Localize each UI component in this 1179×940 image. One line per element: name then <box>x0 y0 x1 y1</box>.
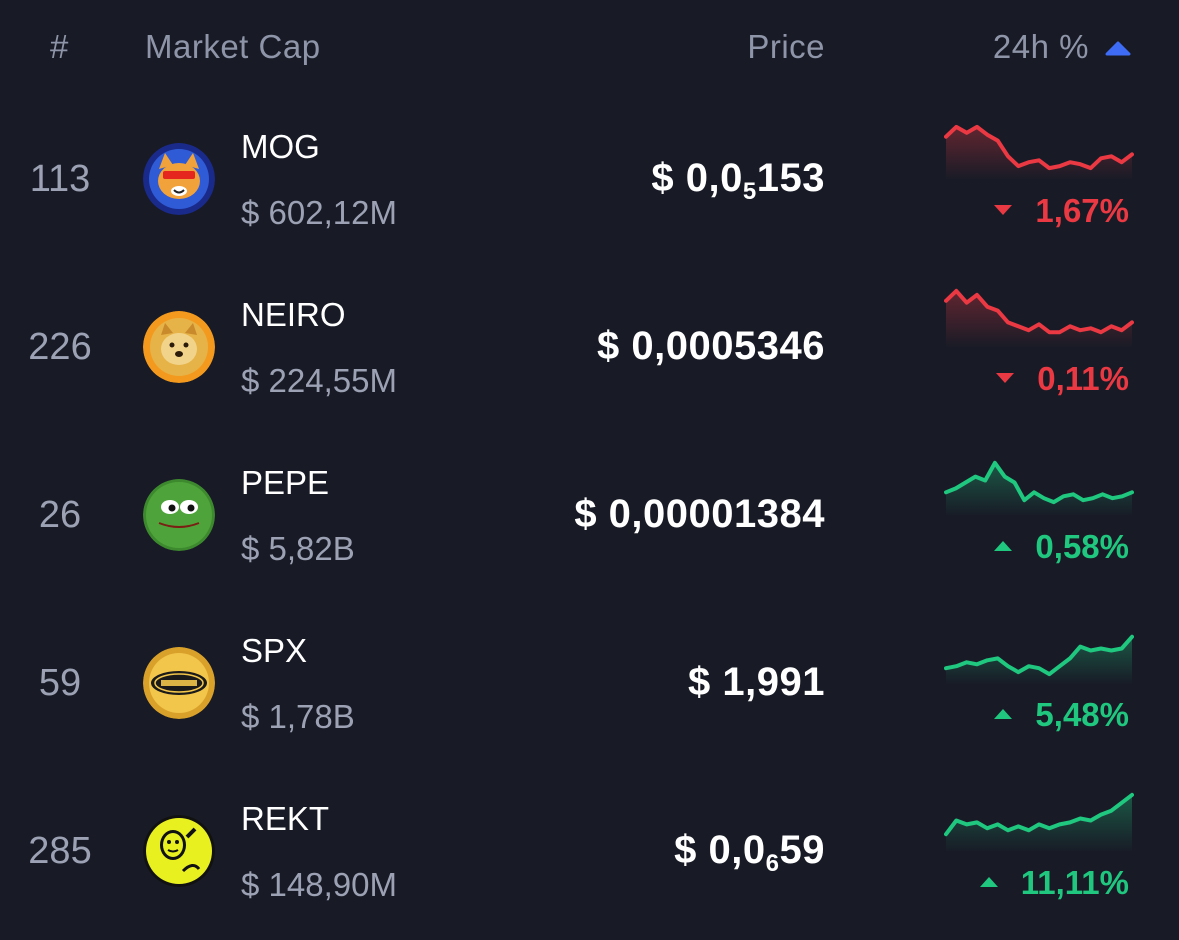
table-row[interactable]: 285 REKT $ 148,90M $ 0,0659 11,11% <box>0 772 1179 940</box>
sparkline-area <box>946 462 1132 516</box>
price-sparkline <box>944 460 1134 516</box>
coin-price: $ 1,991 <box>688 660 825 704</box>
change-column-header[interactable]: 24h % <box>993 28 1089 66</box>
coin-change: 1,67% <box>993 192 1129 230</box>
sparkline-area <box>946 126 1132 180</box>
coin-rank: 113 <box>29 158 91 200</box>
pepe-frog-icon <box>143 479 215 551</box>
spx6900-coin-icon <box>143 647 215 719</box>
coin-name: PEPE <box>241 464 330 501</box>
table-row[interactable]: 113 MOG $ 602,12M $ 0,05153 1,67% <box>0 100 1179 268</box>
coin-change: 5,48% <box>993 696 1129 734</box>
price-sparkline <box>944 124 1134 180</box>
sort-ascending-icon[interactable] <box>1105 40 1131 56</box>
coin-name: NEIRO <box>241 296 346 333</box>
coin-market-cap: $ 5,82B <box>241 530 355 567</box>
coin-price: $ 0,0659 <box>674 828 825 877</box>
coin-market-cap: $ 224,55M <box>241 362 397 399</box>
price-sparkline <box>944 634 1134 684</box>
table-row[interactable]: 226 NEIRO $ 224,55M $ 0,0005346 0,11% <box>0 268 1179 436</box>
rekt-character-icon <box>143 815 215 887</box>
price-sparkline <box>944 288 1134 348</box>
coin-market-cap: $ 148,90M <box>241 866 397 903</box>
coin-price: $ 0,0005346 <box>597 324 825 368</box>
table-row[interactable]: 26 PEPE $ 5,82B $ 0,00001384 0,58% <box>0 436 1179 604</box>
coin-rank: 26 <box>38 494 82 536</box>
coin-change: 0,58% <box>993 528 1129 566</box>
coin-change: 0,11% <box>995 360 1129 398</box>
rank-column-header[interactable]: # <box>50 28 69 66</box>
sparkline-area <box>946 636 1132 684</box>
coin-market-cap: $ 602,12M <box>241 194 397 231</box>
arrow-down-icon <box>996 373 1015 384</box>
arrow-up-icon <box>979 877 998 888</box>
arrow-up-icon <box>994 709 1013 720</box>
arrow-down-icon <box>994 205 1013 216</box>
coin-rank: 59 <box>38 662 82 704</box>
coin-name: MOG <box>241 128 320 165</box>
table-header: # Market Cap Price 24h % <box>0 0 1179 100</box>
coin-price: $ 0,00001384 <box>574 492 825 536</box>
coin-name: REKT <box>241 800 330 837</box>
neiro-dog-icon <box>143 311 215 383</box>
price-column-header[interactable]: Price <box>747 28 825 66</box>
coin-rank: 226 <box>28 326 92 368</box>
table-row[interactable]: 59 SPX $ 1,78B $ 1,991 5,48% <box>0 604 1179 772</box>
coin-market-cap: $ 1,78B <box>241 698 355 735</box>
coin-change: 11,11% <box>979 864 1129 902</box>
coin-price: $ 0,05153 <box>651 156 825 205</box>
coin-name: SPX <box>241 632 308 669</box>
price-sparkline <box>944 792 1134 852</box>
arrow-up-icon <box>994 541 1013 552</box>
coin-rank: 285 <box>28 830 92 872</box>
mog-cat-icon <box>143 143 215 215</box>
market-cap-column-header[interactable]: Market Cap <box>145 28 321 66</box>
